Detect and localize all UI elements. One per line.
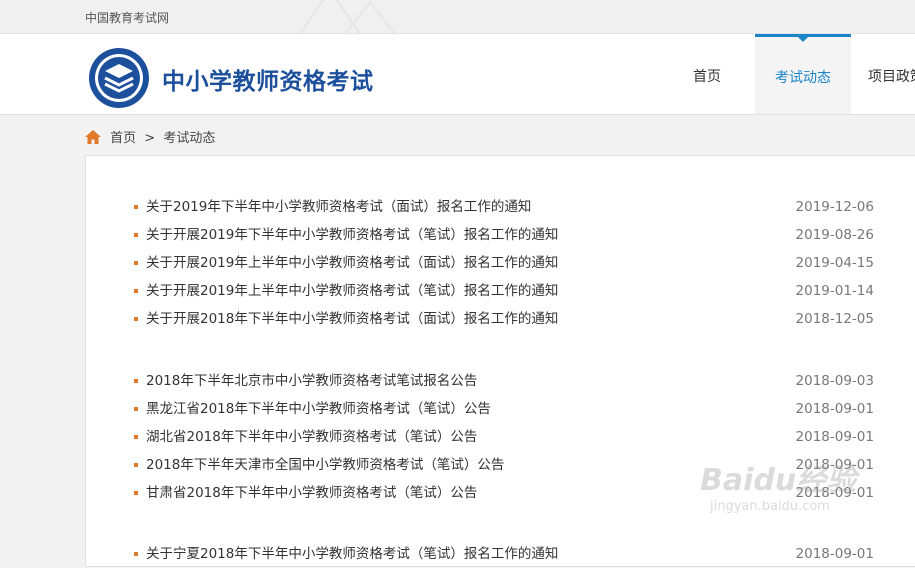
breadcrumb: 首页 > 考试动态 [85, 127, 219, 146]
breadcrumb-separator: > [144, 131, 156, 146]
news-list-group-3: 关于宁夏2018年下半年中小学教师资格考试（笔试）报名工作的通知 2018-09-… [134, 540, 874, 568]
nav-project-policy[interactable]: 项目政策 [868, 34, 915, 114]
bullet-icon [134, 379, 138, 383]
news-title-link[interactable]: 湖北省2018年下半年中小学教师资格考试（笔试）公告 [146, 423, 477, 451]
watermark-url: jingyan.baidu.com [710, 499, 830, 514]
news-title-link[interactable]: 关于开展2019年上半年中小学教师资格考试（笔试）报名工作的通知 [146, 277, 558, 305]
bullet-icon [134, 491, 138, 495]
news-title-link[interactable]: 关于2019年下半年中小学教师资格考试（面试）报名工作的通知 [146, 193, 531, 221]
active-caret-icon [798, 37, 808, 42]
top-bar: 中国教育考试网 [0, 0, 915, 34]
bullet-icon [134, 407, 138, 411]
list-item[interactable]: 关于宁夏2018年下半年中小学教师资格考试（笔试）报名工作的通知 2018-09-… [134, 540, 874, 568]
bullet-icon [134, 261, 138, 265]
bullet-icon [134, 205, 138, 209]
home-icon [85, 130, 101, 144]
news-title-link[interactable]: 关于开展2019年上半年中小学教师资格考试（面试）报名工作的通知 [146, 249, 558, 277]
watermark-brand: Baidu经验 [700, 463, 857, 498]
bullet-icon [134, 463, 138, 467]
bullet-icon [134, 233, 138, 237]
news-date: 2018-09-03 [795, 373, 874, 389]
news-date: 2019-01-14 [795, 283, 874, 299]
nav-exam-news-label: 考试动态 [775, 70, 831, 86]
list-item[interactable]: 关于2019年下半年中小学教师资格考试（面试）报名工作的通知 2019-12-06 [134, 193, 874, 221]
baidu-watermark: Baidu经验 jingyan.baidu.com [700, 455, 856, 514]
list-item[interactable]: 关于开展2019年下半年中小学教师资格考试（笔试）报名工作的通知 2019-08-… [134, 221, 874, 249]
site-name-link[interactable]: 中国教育考试网 [85, 9, 169, 26]
breadcrumb-current: 考试动态 [163, 131, 216, 146]
news-title-link[interactable]: 关于宁夏2018年下半年中小学教师资格考试（笔试）报名工作的通知 [146, 540, 558, 568]
news-date: 2018-09-01 [795, 546, 874, 562]
list-item[interactable]: 关于开展2019年上半年中小学教师资格考试（笔试）报名工作的通知 2019-01-… [134, 277, 874, 305]
nav-exam-news[interactable]: 考试动态 [755, 34, 851, 114]
news-date: 2018-09-01 [795, 401, 874, 417]
list-item[interactable]: 湖北省2018年下半年中小学教师资格考试（笔试）公告 2018-09-01 [134, 423, 874, 451]
nav-home[interactable]: 首页 [675, 34, 739, 114]
list-item[interactable]: 黑龙江省2018年下半年中小学教师资格考试（笔试）公告 2018-09-01 [134, 395, 874, 423]
bullet-icon [134, 317, 138, 321]
site-brand-title[interactable]: 中小学教师资格考试 [162, 62, 374, 96]
exam-logo-icon[interactable] [88, 47, 150, 109]
news-title-link[interactable]: 甘肃省2018年下半年中小学教师资格考试（笔试）公告 [146, 479, 477, 507]
breadcrumb-home-link[interactable]: 首页 [110, 131, 136, 146]
news-date: 2019-08-26 [795, 227, 874, 243]
background-decoration [299, 0, 396, 34]
news-date: 2018-12-05 [795, 311, 874, 327]
bullet-icon [134, 435, 138, 439]
news-title-link[interactable]: 关于开展2018年下半年中小学教师资格考试（面试）报名工作的通知 [146, 305, 558, 333]
news-date: 2019-12-06 [795, 199, 874, 215]
news-list-group-1: 关于2019年下半年中小学教师资格考试（面试）报名工作的通知 2019-12-06… [134, 193, 874, 333]
news-title-link[interactable]: 关于开展2019年下半年中小学教师资格考试（笔试）报名工作的通知 [146, 221, 558, 249]
list-item[interactable]: 2018年下半年北京市中小学教师资格考试笔试报名公告 2018-09-03 [134, 367, 874, 395]
news-date: 2018-09-01 [795, 429, 874, 445]
news-title-link[interactable]: 2018年下半年天津市全国中小学教师资格考试（笔试）公告 [146, 451, 504, 479]
list-item[interactable]: 关于开展2019年上半年中小学教师资格考试（面试）报名工作的通知 2019-04-… [134, 249, 874, 277]
site-header: 中小学教师资格考试 首页 考试动态 项目政策 [0, 34, 915, 115]
bullet-icon [134, 552, 138, 556]
news-date: 2019-04-15 [795, 255, 874, 271]
list-item[interactable]: 关于开展2018年下半年中小学教师资格考试（面试）报名工作的通知 2018-12-… [134, 305, 874, 333]
bullet-icon [134, 289, 138, 293]
news-title-link[interactable]: 黑龙江省2018年下半年中小学教师资格考试（笔试）公告 [146, 395, 491, 423]
news-title-link[interactable]: 2018年下半年北京市中小学教师资格考试笔试报名公告 [146, 367, 477, 395]
